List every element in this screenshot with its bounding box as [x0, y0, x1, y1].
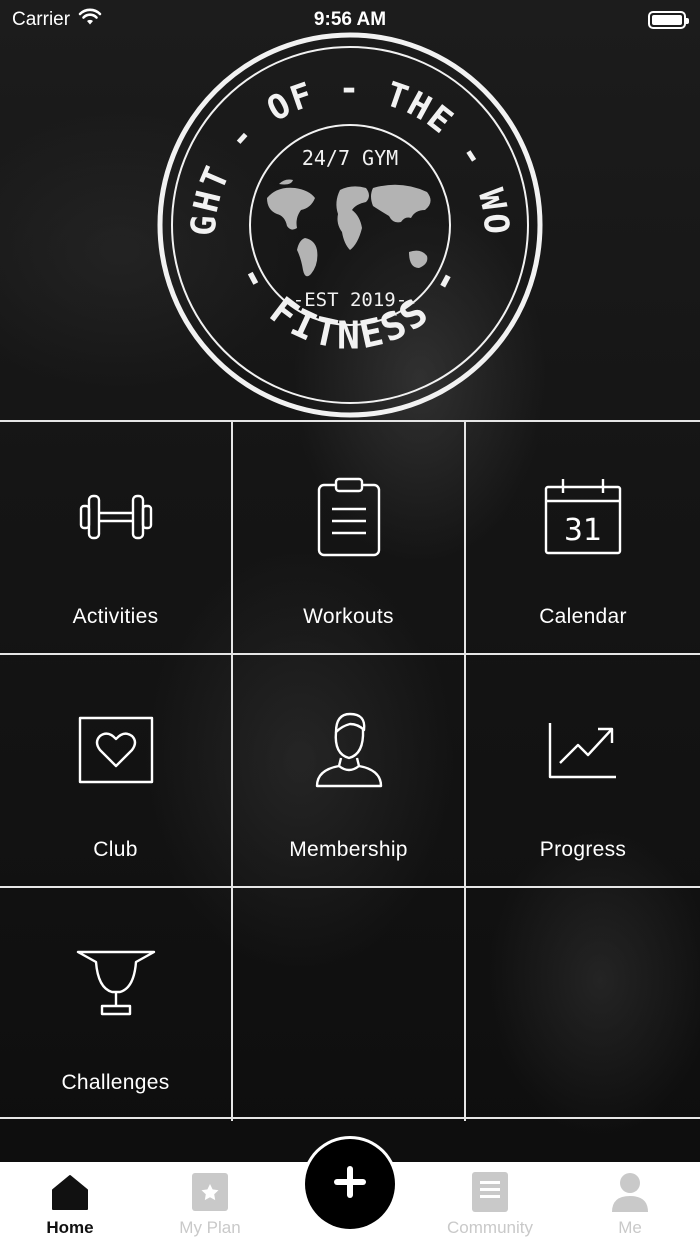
tab-my-plan[interactable]: My Plan [140, 1162, 280, 1244]
status-time: 9:56 AM [313, 9, 387, 30]
tab-community[interactable]: Community [420, 1162, 560, 1244]
menu-item-workouts[interactable]: Workouts [233, 422, 466, 655]
document-icon [470, 1172, 510, 1212]
status-bar: Carrier 9:56 AM [0, 0, 700, 40]
dumbbell-icon [71, 472, 161, 562]
menu-item-activities[interactable]: Activities [0, 422, 233, 655]
menu-label-activities: Activities [72, 605, 159, 628]
menu-label-club: Club [93, 838, 138, 861]
menu-item-club[interactable]: Club [0, 655, 233, 888]
menu-label-workouts: Workouts [303, 605, 394, 628]
calendar-icon-day: 31 [564, 513, 602, 548]
person-icon [610, 1172, 650, 1212]
menu-item-calendar[interactable]: 31 Calendar [466, 422, 700, 655]
wifi-icon [78, 8, 102, 32]
add-button-ring [302, 1136, 398, 1232]
calendar-icon: 31 [538, 472, 628, 562]
tab-community-label: Community [447, 1218, 533, 1237]
trophy-icon [71, 938, 161, 1028]
menu-label-challenges: Challenges [61, 1071, 170, 1094]
plus-icon [332, 1164, 368, 1205]
add-button[interactable] [305, 1139, 395, 1229]
logo-inner-bottom-text: -EST 2019- [293, 289, 407, 311]
menu-label-membership: Membership [289, 838, 408, 861]
menu-item-progress[interactable]: Progress [466, 655, 700, 888]
logo-inner-top-text: 24/7 GYM [302, 146, 398, 170]
user-icon [304, 705, 394, 795]
menu-empty-cell [233, 888, 466, 1121]
home-icon [50, 1172, 90, 1212]
tab-home-label: Home [46, 1218, 94, 1237]
gym-logo: WEIGHT - OF - THE - WORLD - FITNESS - 24… [144, 0, 545, 420]
star-card-icon [190, 1172, 230, 1212]
tab-home[interactable]: Home [0, 1162, 140, 1244]
carrier-label: Carrier [12, 9, 71, 30]
menu-label-progress: Progress [539, 838, 627, 861]
menu-item-membership[interactable]: Membership [233, 655, 466, 888]
tab-me-label: Me [618, 1218, 642, 1237]
menu-label-calendar: Calendar [539, 605, 627, 628]
home-menu-grid: Activities Workouts 31 Calendar Club Mem… [0, 420, 700, 1121]
tab-my-plan-label: My Plan [179, 1218, 241, 1237]
tab-me[interactable]: Me [560, 1162, 700, 1244]
clipboard-icon [304, 472, 394, 562]
heart-icon [71, 705, 161, 795]
trend-chart-icon [538, 705, 628, 795]
battery-icon [648, 11, 689, 29]
menu-empty-cell [466, 888, 700, 1121]
menu-item-challenges[interactable]: Challenges [0, 888, 233, 1121]
